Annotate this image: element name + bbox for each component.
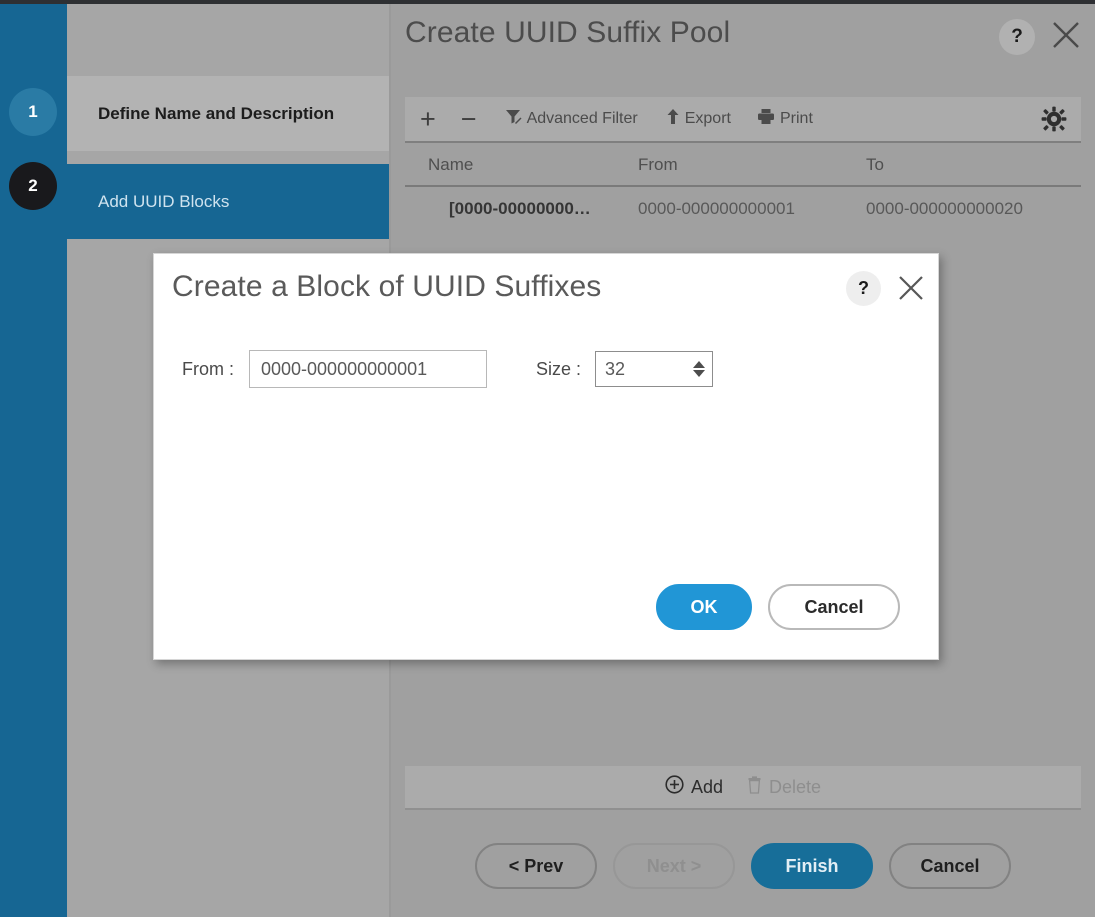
export-label: Export xyxy=(684,110,731,127)
add-button[interactable]: Add xyxy=(665,775,723,799)
cancel-button[interactable]: Cancel xyxy=(889,843,1011,889)
wizard-step-label-2: Add UUID Blocks xyxy=(98,191,230,211)
size-field-label: Size : xyxy=(536,358,582,379)
wizard-step-number-2: 2 xyxy=(28,176,38,195)
dialog-footer: OK Cancel xyxy=(154,584,940,630)
remove-row-label: − xyxy=(460,103,477,134)
table-action-bar: Add Delete xyxy=(405,766,1081,810)
column-header-name[interactable]: Name xyxy=(405,155,638,175)
dialog-title: Create a Block of UUID Suffixes xyxy=(172,270,602,303)
next-button: Next > xyxy=(613,843,735,889)
add-row-icon[interactable]: + xyxy=(420,97,436,141)
cell-from: 0000-000000000001 xyxy=(638,199,795,218)
finish-button[interactable]: Finish xyxy=(751,843,873,889)
spinner-up-icon[interactable] xyxy=(693,361,706,368)
sidebar-item-define-name-and-description[interactable]: Define Name and Description xyxy=(67,76,390,151)
advanced-filter-label: Advanced Filter xyxy=(526,110,638,127)
close-icon[interactable] xyxy=(1046,15,1086,55)
wizard-step-badge-1[interactable]: 1 xyxy=(9,88,57,136)
cell-to: 0000-000000000020 xyxy=(866,199,1023,218)
delete-button-label: Delete xyxy=(769,776,822,797)
print-label: Print xyxy=(779,110,813,127)
cell-name: [0000-00000000… xyxy=(449,199,591,218)
help-icon-label: ? xyxy=(1011,26,1023,47)
add-row-label: + xyxy=(420,103,436,134)
gear-icon[interactable] xyxy=(1041,97,1067,141)
table-header: Name From To xyxy=(405,145,1081,187)
dialog-cancel-button[interactable]: Cancel xyxy=(768,584,900,630)
filter-icon xyxy=(505,108,522,130)
column-header-from[interactable]: From xyxy=(638,155,866,175)
prev-button[interactable]: < Prev xyxy=(475,843,597,889)
table-row[interactable]: [0000-00000000… 0000-000000000001 0000-0… xyxy=(405,189,1081,229)
column-header-to[interactable]: To xyxy=(866,155,1081,175)
dialog-form-row: From : Size : xyxy=(154,350,940,388)
export-icon xyxy=(666,108,680,130)
wizard-step-badge-2[interactable]: 2 xyxy=(9,162,57,210)
table-toolbar: + − Advanced Filter Export Print xyxy=(405,97,1081,143)
add-circle-icon xyxy=(665,775,684,799)
size-stepper[interactable] xyxy=(595,351,714,387)
size-input[interactable] xyxy=(596,352,683,386)
page-title: Create UUID Suffix Pool xyxy=(405,16,731,49)
remove-row-icon[interactable]: − xyxy=(461,97,477,141)
printer-icon xyxy=(757,108,775,130)
advanced-filter-button[interactable]: Advanced Filter xyxy=(505,97,638,141)
print-button[interactable]: Print xyxy=(757,97,813,141)
dialog-close-icon[interactable] xyxy=(891,268,931,308)
export-button[interactable]: Export xyxy=(666,97,731,141)
sidebar-item-add-uuid-blocks[interactable]: Add UUID Blocks xyxy=(67,164,390,239)
trash-icon xyxy=(747,775,762,799)
from-field-label: From : xyxy=(182,358,234,379)
wizard-footer: < Prev Next > Finish Cancel xyxy=(391,840,1095,892)
ok-button[interactable]: OK xyxy=(656,584,752,630)
dialog-help-icon[interactable]: ? xyxy=(846,271,881,306)
delete-button: Delete xyxy=(747,775,822,799)
add-button-label: Add xyxy=(690,776,723,797)
from-input[interactable] xyxy=(249,350,487,388)
help-icon[interactable]: ? xyxy=(999,19,1035,55)
wizard-rail xyxy=(0,4,67,917)
wizard-step-number-1: 1 xyxy=(28,102,38,121)
create-uuid-block-dialog: Create a Block of UUID Suffixes ? From :… xyxy=(153,253,939,660)
wizard-step-label-1: Define Name and Description xyxy=(98,103,335,123)
spinner-down-icon[interactable] xyxy=(693,370,706,377)
size-spinner-arrows[interactable] xyxy=(693,352,706,386)
dialog-help-icon-label: ? xyxy=(858,278,869,298)
